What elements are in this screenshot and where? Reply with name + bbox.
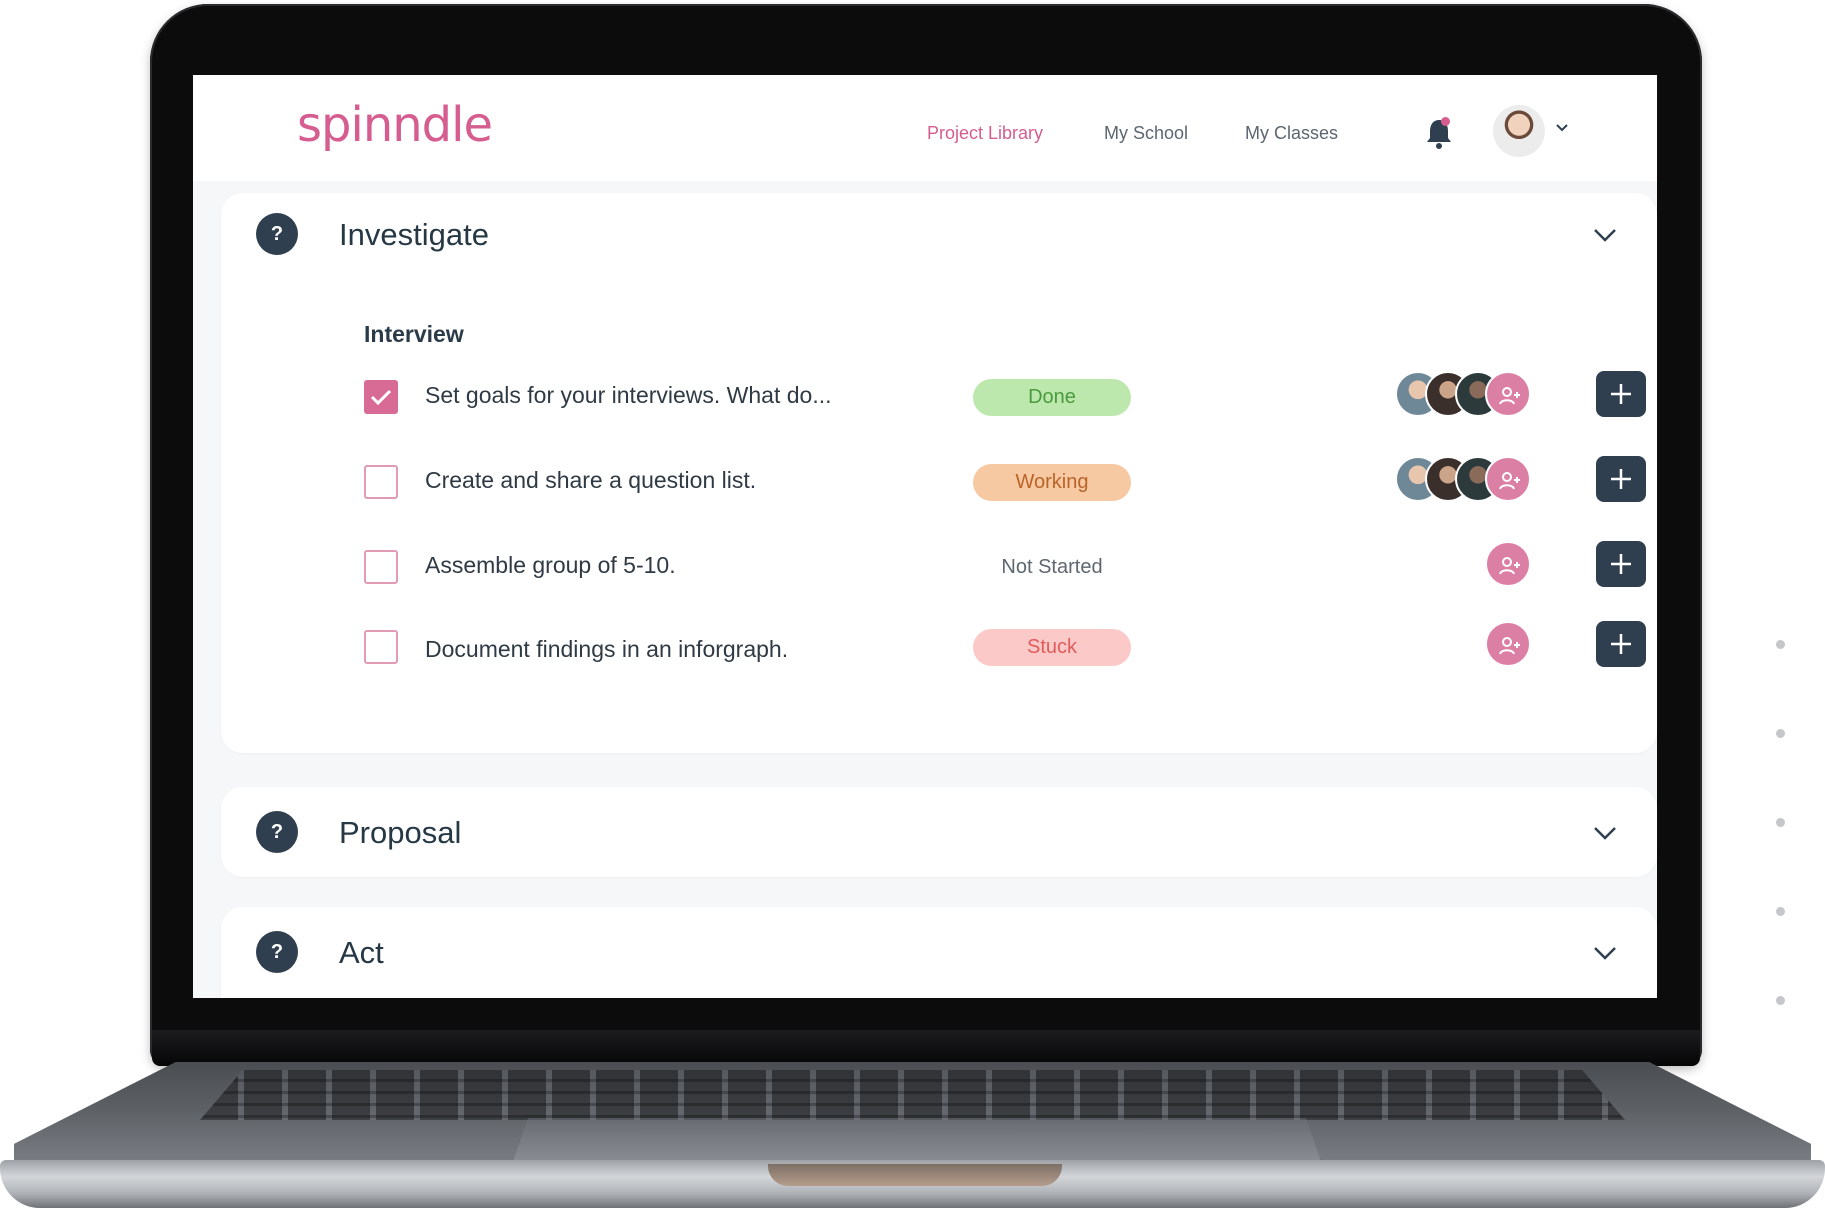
chevron-down-icon[interactable] [1591, 819, 1619, 847]
plus-icon [1611, 634, 1631, 654]
check-icon [370, 389, 392, 406]
nav-my-classes[interactable]: My Classes [1245, 123, 1338, 144]
add-task-button[interactable] [1596, 456, 1646, 502]
pagination-dot[interactable] [1776, 640, 1785, 649]
plus-icon [1611, 469, 1631, 489]
pagination-dot[interactable] [1776, 907, 1785, 916]
pagination-dots [1776, 640, 1786, 1085]
plus-icon [1611, 384, 1631, 404]
help-icon[interactable]: ? [256, 213, 298, 255]
task-checkbox[interactable] [364, 630, 398, 664]
avatar[interactable] [1493, 105, 1545, 157]
laptop-hinge [152, 1030, 1700, 1066]
chevron-down-icon[interactable] [1591, 939, 1619, 967]
task-row: Assemble group of 5-10. Not Started [221, 538, 1657, 594]
section-title[interactable]: Act [339, 935, 384, 971]
add-task-button[interactable] [1596, 541, 1646, 587]
status-badge[interactable]: Done [973, 379, 1131, 416]
status-badge[interactable]: Working [973, 464, 1131, 501]
notification-dot [1441, 117, 1450, 126]
section-investigate: ? Investigate Interview Set goals for yo… [221, 193, 1657, 753]
section-title[interactable]: Investigate [339, 217, 489, 253]
task-text[interactable]: Assemble group of 5-10. [425, 552, 676, 579]
add-assignee-button[interactable] [1485, 541, 1531, 587]
lid-notch [768, 1164, 1062, 1186]
task-row: Document findings in an inforgraph. Stuc… [221, 618, 1657, 674]
keyboard-keys [200, 1070, 1625, 1120]
spinndle-logo[interactable]: spinndle [297, 97, 493, 153]
add-user-icon [1499, 472, 1520, 490]
chevron-down-icon[interactable] [1591, 221, 1619, 249]
app-screen: spinndle Project Library My School My Cl… [193, 75, 1657, 998]
add-task-button[interactable] [1596, 371, 1646, 417]
status-badge[interactable]: Not Started [973, 549, 1131, 586]
subheading-interview: Interview [364, 321, 464, 347]
task-text[interactable]: Document findings in an inforgraph. [425, 636, 788, 663]
pagination-dot[interactable] [1776, 996, 1785, 1005]
nav-project-library[interactable]: Project Library [927, 123, 1043, 144]
task-row: Set goals for your interviews. What do..… [221, 368, 1657, 424]
task-text[interactable]: Set goals for your interviews. What do..… [425, 382, 832, 409]
laptop-mockup: spinndle Project Library My School My Cl… [0, 0, 1825, 1218]
trackpad [512, 1118, 1322, 1164]
add-assignee-button[interactable] [1485, 456, 1531, 502]
pagination-dot[interactable] [1776, 818, 1785, 827]
add-user-icon [1499, 637, 1520, 655]
add-assignee-button[interactable] [1485, 371, 1531, 417]
plus-icon [1611, 554, 1631, 574]
help-icon[interactable]: ? [256, 811, 298, 853]
task-row: Create and share a question list. Workin… [221, 453, 1657, 509]
task-text[interactable]: Create and share a question list. [425, 467, 756, 494]
section-act[interactable]: ? Act [221, 907, 1657, 998]
add-user-icon [1499, 387, 1520, 405]
task-checkbox[interactable] [364, 465, 398, 499]
pagination-dot[interactable] [1776, 729, 1785, 738]
add-task-button[interactable] [1596, 621, 1646, 667]
add-assignee-button[interactable] [1485, 621, 1531, 667]
add-user-icon [1499, 557, 1520, 575]
section-proposal[interactable]: ? Proposal [221, 787, 1657, 877]
app-header: spinndle Project Library My School My Cl… [193, 75, 1657, 181]
task-checkbox[interactable] [364, 380, 398, 414]
section-title[interactable]: Proposal [339, 815, 461, 851]
help-icon[interactable]: ? [256, 931, 298, 973]
chevron-down-icon[interactable] [1553, 119, 1571, 137]
nav-my-school[interactable]: My School [1104, 123, 1188, 144]
task-checkbox[interactable] [364, 550, 398, 584]
status-badge[interactable]: Stuck [973, 629, 1131, 666]
